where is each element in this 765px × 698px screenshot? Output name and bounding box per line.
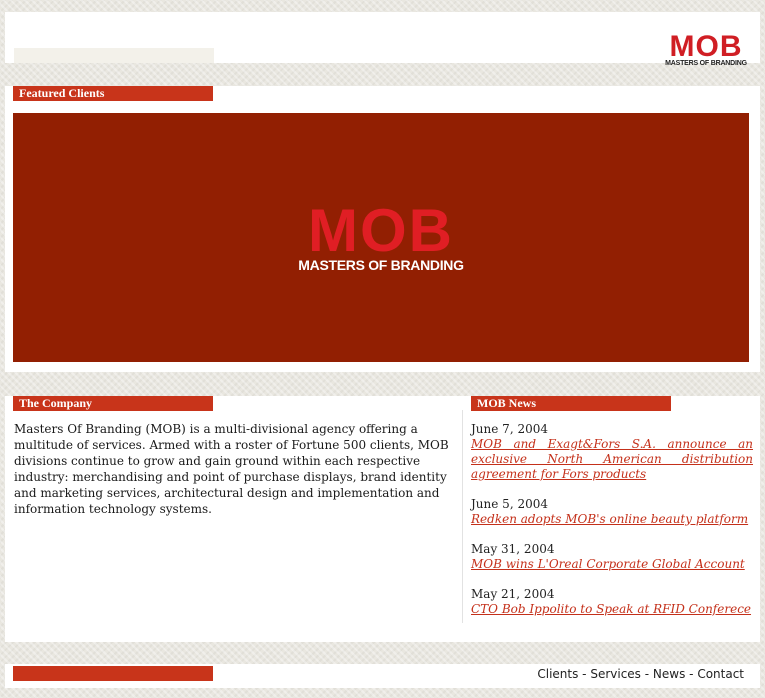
news-date: June 7, 2004 [471,422,548,436]
footer-link-clients[interactable]: Clients [537,667,578,681]
news-item: June 7, 2004 MOB and Exagt&Fors S.A. ann… [471,422,753,482]
footer-link-news[interactable]: News [653,667,685,681]
banner-logo: MOB MASTERS OF BRANDING [285,197,477,274]
banner-logo-tagline: MASTERS OF BRANDING [298,257,464,273]
news-item: June 5, 2004 Redken adopts MOB's online … [471,497,753,527]
header-logo[interactable]: MOB MASTERS OF BRANDING [660,30,752,68]
news-date: May 21, 2004 [471,587,555,601]
header-logo-mark: MOB [669,30,743,63]
featured-banner[interactable]: MOB MASTERS OF BRANDING [13,113,749,362]
column-divider [462,410,463,623]
footer-separator: - [640,667,653,681]
news-list: June 7, 2004 MOB and Exagt&Fors S.A. ann… [471,422,753,632]
footer-bar [13,666,213,681]
banner-logo-mark: MOB [308,197,454,264]
news-link[interactable]: Redken adopts MOB's online beauty platfo… [471,512,753,527]
footer-separator: - [578,667,591,681]
news-date: June 5, 2004 [471,497,548,511]
header-tab-strip [14,48,214,63]
footer-nav: Clients - Services - News - Contact [537,667,744,681]
news-link[interactable]: CTO Bob Ippolito to Speak at RFID Confer… [471,602,753,617]
company-heading: The Company [13,396,213,411]
header-panel: MOB MASTERS OF BRANDING [5,12,760,67]
news-date: May 31, 2004 [471,542,555,556]
news-item: May 21, 2004 CTO Bob Ippolito to Speak a… [471,587,753,617]
footer-link-services[interactable]: Services [590,667,641,681]
news-heading: MOB News [471,396,671,411]
featured-clients-heading: Featured Clients [13,86,213,101]
news-link[interactable]: MOB and Exagt&Fors S.A. announce an excl… [471,437,753,482]
footer-separator: - [685,667,698,681]
news-item: May 31, 2004 MOB wins L'Oreal Corporate … [471,542,753,572]
company-description: Masters Of Branding (MOB) is a multi-div… [14,422,449,516]
footer-link-contact[interactable]: Contact [697,667,744,681]
header-logo-tagline: MASTERS OF BRANDING [665,60,747,67]
news-link[interactable]: MOB wins L'Oreal Corporate Global Accoun… [471,557,753,572]
